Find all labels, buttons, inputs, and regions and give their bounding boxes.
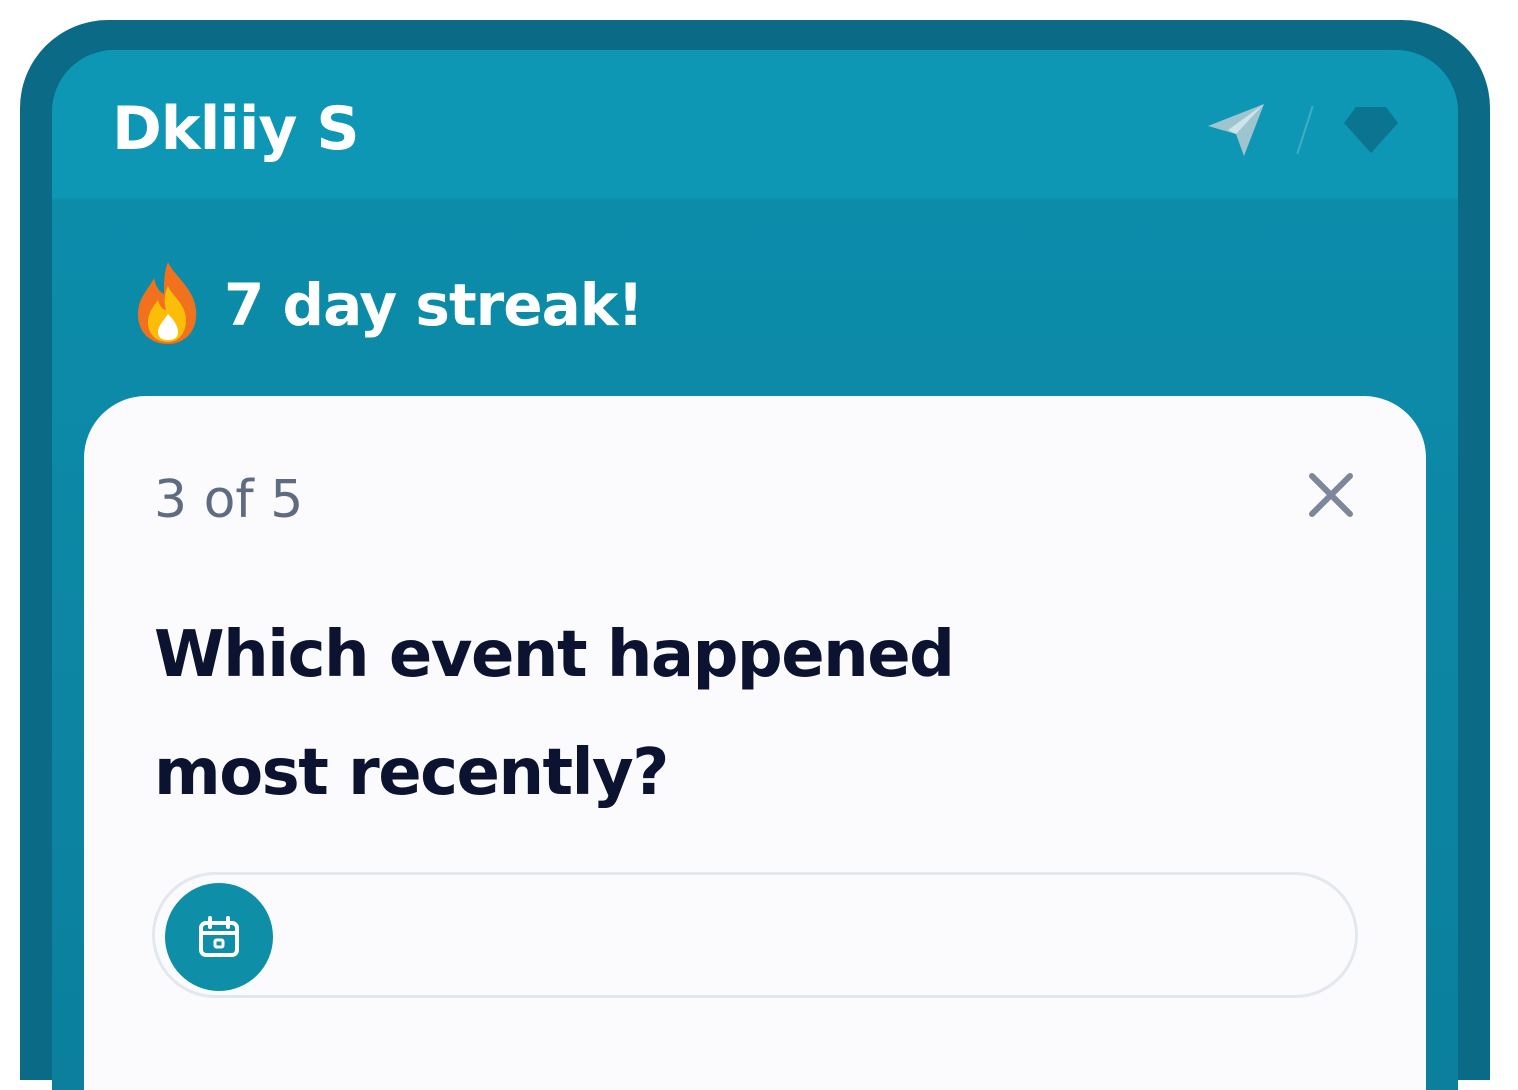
- close-icon: [1309, 473, 1353, 517]
- question-line-1: Which event happened: [154, 618, 955, 692]
- question-line-2: most recently?: [154, 736, 669, 810]
- app-title: Dkliiy S: [112, 94, 360, 164]
- question-progress: 3 of 5: [154, 470, 304, 530]
- fire-icon: [134, 260, 202, 350]
- streak-banner: 7 day streak!: [134, 260, 644, 350]
- close-button[interactable]: [1306, 470, 1356, 520]
- streak-text: 7 day streak!: [224, 271, 644, 339]
- device-frame: Dkliiy S 7 day streak! 3 of 5 Which even…: [20, 20, 1490, 1090]
- answer-option[interactable]: [152, 872, 1358, 998]
- header-divider: [1296, 105, 1314, 155]
- app-screen: Dkliiy S 7 day streak! 3 of 5 Which even…: [52, 50, 1458, 1090]
- app-header: Dkliiy S: [52, 50, 1458, 200]
- gem-icon[interactable]: [1342, 105, 1400, 155]
- quiz-card: 3 of 5 Which event happened most recentl…: [84, 396, 1426, 1090]
- question-text: Which event happened most recently?: [154, 596, 1054, 832]
- calendar-icon: [165, 883, 273, 991]
- send-icon[interactable]: [1206, 102, 1268, 158]
- header-actions: [1206, 102, 1400, 158]
